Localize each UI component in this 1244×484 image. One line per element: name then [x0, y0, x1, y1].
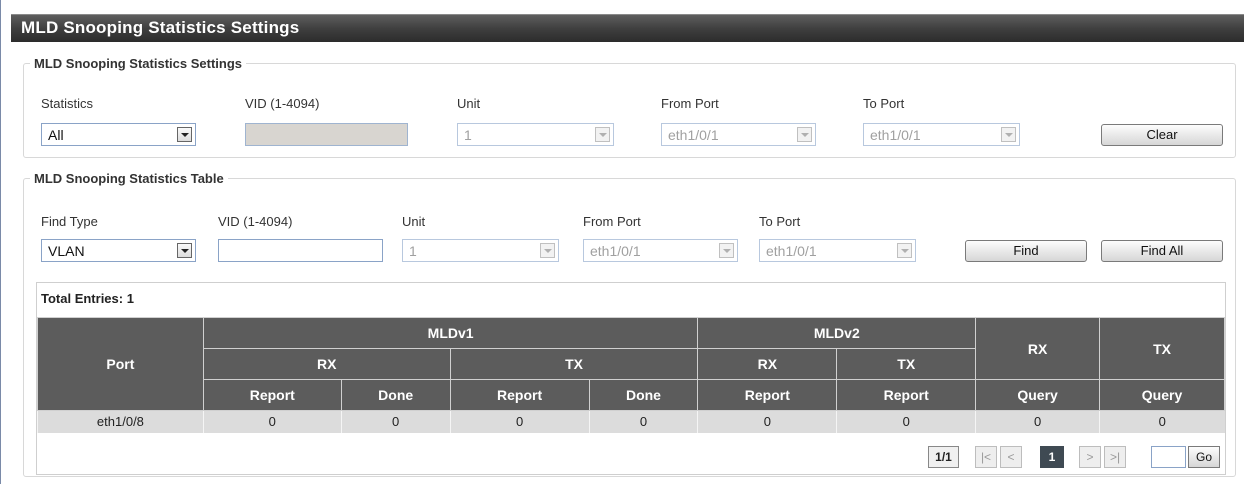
statistics-label: Statistics	[41, 96, 94, 111]
title-bar: MLD Snooping Statistics Settings	[11, 14, 1244, 42]
chevron-down-icon	[177, 127, 192, 142]
page-title: MLD Snooping Statistics Settings	[21, 18, 300, 37]
clear-button[interactable]: Clear	[1101, 124, 1223, 146]
find-button[interactable]: Find	[965, 240, 1087, 262]
table-from-port-select[interactable]: eth1/0/1	[583, 239, 738, 262]
cell-v1-tx-done: 0	[588, 410, 698, 433]
results-panel: Total Entries: 1 Port MLDv1 MLDv2 RX TX …	[36, 282, 1226, 475]
settings-from-port-select[interactable]: eth1/0/1	[661, 123, 816, 146]
header-v1-tx-report: Report	[449, 379, 590, 411]
chevron-down-icon	[540, 243, 555, 258]
page-number-input[interactable]	[1151, 446, 1186, 468]
header-tx: TX	[1099, 317, 1225, 380]
header-port: Port	[37, 317, 204, 411]
table-to-port-value: eth1/0/1	[766, 243, 817, 259]
statistics-table: Port MLDv1 MLDv2 RX TX RX TX RX TX Repor…	[37, 317, 1225, 433]
cell-v2-tx-report: 0	[836, 410, 976, 433]
chevron-down-icon	[1001, 127, 1016, 142]
cell-v1-rx-report: 0	[202, 410, 342, 433]
first-page-button[interactable]: |<	[975, 446, 997, 468]
total-entries: Total Entries: 1	[41, 291, 134, 306]
table-row: eth1/0/8 0 0 0 0 0 0 0 0	[37, 410, 1225, 433]
go-button[interactable]: Go	[1188, 446, 1220, 468]
find-type-select[interactable]: VLAN	[41, 239, 196, 262]
header-mldv2-tx: TX	[836, 348, 977, 380]
cell-port: eth1/0/8	[37, 410, 204, 433]
last-page-button[interactable]: >|	[1104, 446, 1126, 468]
header-mldv1: MLDv1	[202, 317, 699, 349]
prev-page-button[interactable]: <	[1000, 446, 1022, 468]
statistics-select[interactable]: All	[41, 123, 196, 146]
header-mldv1-rx: RX	[202, 348, 451, 380]
current-page-button[interactable]: 1	[1040, 446, 1064, 468]
settings-from-port-value: eth1/0/1	[668, 127, 719, 143]
settings-unit-select[interactable]: 1	[457, 123, 614, 146]
chevron-down-icon	[797, 127, 812, 142]
chevron-down-icon	[177, 243, 192, 258]
header-mldv2-rx: RX	[697, 348, 838, 380]
table-vid-field[interactable]	[218, 239, 383, 262]
header-mldv1-tx: TX	[449, 348, 699, 380]
table-vid-label: VID (1-4094)	[218, 214, 293, 229]
cell-v1-rx-done: 0	[340, 410, 451, 433]
settings-to-port-select[interactable]: eth1/0/1	[863, 123, 1020, 146]
cell-tx-query: 0	[1099, 410, 1225, 433]
header-v2-rx-report: Report	[697, 379, 838, 411]
find-type-value: VLAN	[48, 243, 85, 259]
header-rx-query: Query	[975, 379, 1101, 411]
header-v1-rx-report: Report	[202, 379, 342, 411]
table-from-port-value: eth1/0/1	[590, 243, 641, 259]
header-rx: RX	[975, 317, 1101, 380]
settings-fieldset: MLD Snooping Statistics Settings	[23, 56, 1236, 158]
table-from-port-label: From Port	[583, 214, 641, 229]
page-info: 1/1	[928, 446, 959, 468]
settings-unit-label: Unit	[457, 96, 481, 111]
find-type-label: Find Type	[41, 214, 98, 229]
statistics-select-value: All	[48, 127, 64, 143]
header-v1-rx-done: Done	[340, 379, 451, 411]
cell-rx-query: 0	[975, 410, 1100, 433]
header-mldv2: MLDv2	[697, 317, 977, 349]
settings-to-port-label: To Port	[863, 96, 905, 111]
table-section-legend: MLD Snooping Statistics Table	[34, 171, 224, 186]
find-all-button[interactable]: Find All	[1101, 240, 1223, 262]
chevron-down-icon	[719, 243, 734, 258]
settings-legend: MLD Snooping Statistics Settings	[34, 56, 243, 71]
table-unit-label: Unit	[402, 214, 426, 229]
next-page-button[interactable]: >	[1079, 446, 1101, 468]
cell-v1-tx-report: 0	[449, 410, 589, 433]
cell-v2-rx-report: 0	[697, 410, 837, 433]
header-v1-tx-done: Done	[588, 379, 699, 411]
settings-from-port-label: From Port	[661, 96, 719, 111]
table-to-port-select[interactable]: eth1/0/1	[759, 239, 916, 262]
page: MLD Snooping Statistics Settings MLD Sno…	[0, 0, 1244, 484]
header-v2-tx-report: Report	[836, 379, 977, 411]
table-unit-value: 1	[409, 243, 417, 259]
settings-unit-value: 1	[464, 127, 472, 143]
table-to-port-label: To Port	[759, 214, 801, 229]
chevron-down-icon	[897, 243, 912, 258]
chevron-down-icon	[595, 127, 610, 142]
header-tx-query: Query	[1099, 379, 1225, 411]
settings-to-port-value: eth1/0/1	[870, 127, 921, 143]
settings-vid-field[interactable]	[245, 123, 408, 146]
table-unit-select[interactable]: 1	[402, 239, 559, 262]
settings-vid-label: VID (1-4094)	[245, 96, 320, 111]
